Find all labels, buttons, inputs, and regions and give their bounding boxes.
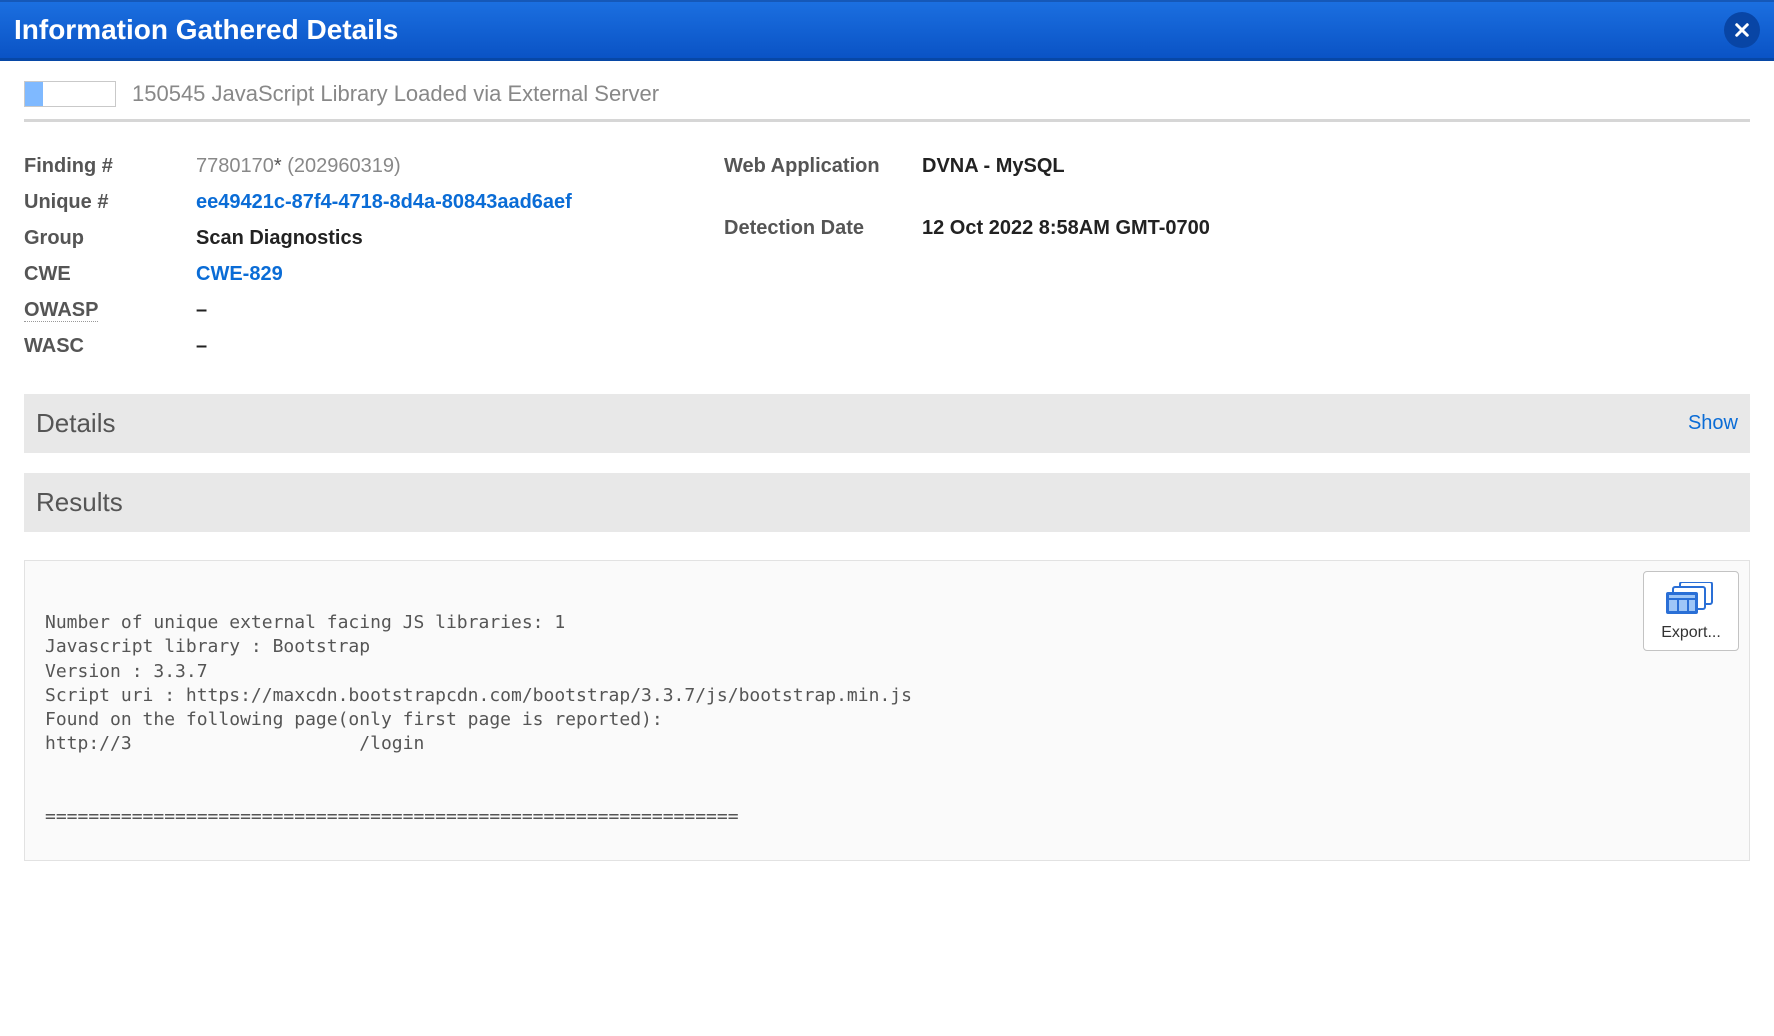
- detdate-label: Detection Date: [724, 215, 922, 241]
- group-row: Group Scan Diagnostics: [24, 220, 724, 256]
- owasp-value: –: [196, 297, 207, 323]
- dialog-body: 150545 JavaScript Library Loaded via Ext…: [0, 61, 1774, 901]
- close-button[interactable]: [1724, 12, 1760, 48]
- meta-col-left: Finding # 7780170* (202960319) Unique # …: [24, 148, 724, 364]
- unique-row: Unique # ee49421c-87f4-4718-8d4a-80843aa…: [24, 184, 724, 220]
- dialog-title: Information Gathered Details: [14, 14, 398, 46]
- results-section-header[interactable]: Results: [24, 473, 1750, 532]
- webapp-row: Web Application DVNA - MySQL: [724, 148, 1750, 184]
- meta-col-right: Web Application DVNA - MySQL Detection D…: [724, 148, 1750, 364]
- finding-row: Finding # 7780170* (202960319): [24, 148, 724, 184]
- severity-fill: [25, 82, 43, 106]
- results-text: Number of unique external facing JS libr…: [45, 612, 912, 827]
- wasc-label: WASC: [24, 333, 196, 359]
- owasp-label: OWASP: [24, 299, 98, 322]
- severity-indicator: [24, 81, 116, 107]
- export-button[interactable]: Export...: [1643, 571, 1739, 651]
- details-show-link[interactable]: Show: [1688, 412, 1738, 435]
- webapp-value: DVNA - MySQL: [922, 153, 1065, 179]
- cwe-value-link[interactable]: CWE-829: [196, 261, 283, 287]
- export-icon: [1666, 582, 1716, 616]
- export-label: Export...: [1661, 624, 1721, 641]
- group-value: Scan Diagnostics: [196, 225, 363, 251]
- unique-label: Unique #: [24, 189, 196, 215]
- webapp-label: Web Application: [724, 153, 922, 179]
- unique-value-link[interactable]: ee49421c-87f4-4718-8d4a-80843aad6aef: [196, 189, 572, 215]
- cwe-row: CWE CWE-829: [24, 256, 724, 292]
- close-icon: [1733, 21, 1751, 39]
- results-title: Results: [36, 487, 123, 518]
- finding-subtitle-row: 150545 JavaScript Library Loaded via Ext…: [24, 81, 1750, 122]
- owasp-row: OWASP –: [24, 292, 724, 328]
- detdate-value: 12 Oct 2022 8:58AM GMT-0700: [922, 215, 1210, 241]
- meta-grid: Finding # 7780170* (202960319) Unique # …: [24, 148, 1750, 364]
- wasc-value: –: [196, 333, 207, 359]
- wasc-row: WASC –: [24, 328, 724, 364]
- finding-qid-title: 150545 JavaScript Library Loaded via Ext…: [132, 81, 659, 107]
- results-body: Export... Number of unique external facin…: [24, 560, 1750, 861]
- detdate-row: Detection Date 12 Oct 2022 8:58AM GMT-07…: [724, 210, 1750, 246]
- finding-value: 7780170* (202960319): [196, 153, 401, 179]
- group-label: Group: [24, 225, 196, 251]
- cwe-label: CWE: [24, 261, 196, 287]
- finding-label: Finding #: [24, 153, 196, 179]
- dialog-header: Information Gathered Details: [0, 0, 1774, 61]
- details-title: Details: [36, 408, 115, 439]
- details-section-header[interactable]: Details Show: [24, 394, 1750, 453]
